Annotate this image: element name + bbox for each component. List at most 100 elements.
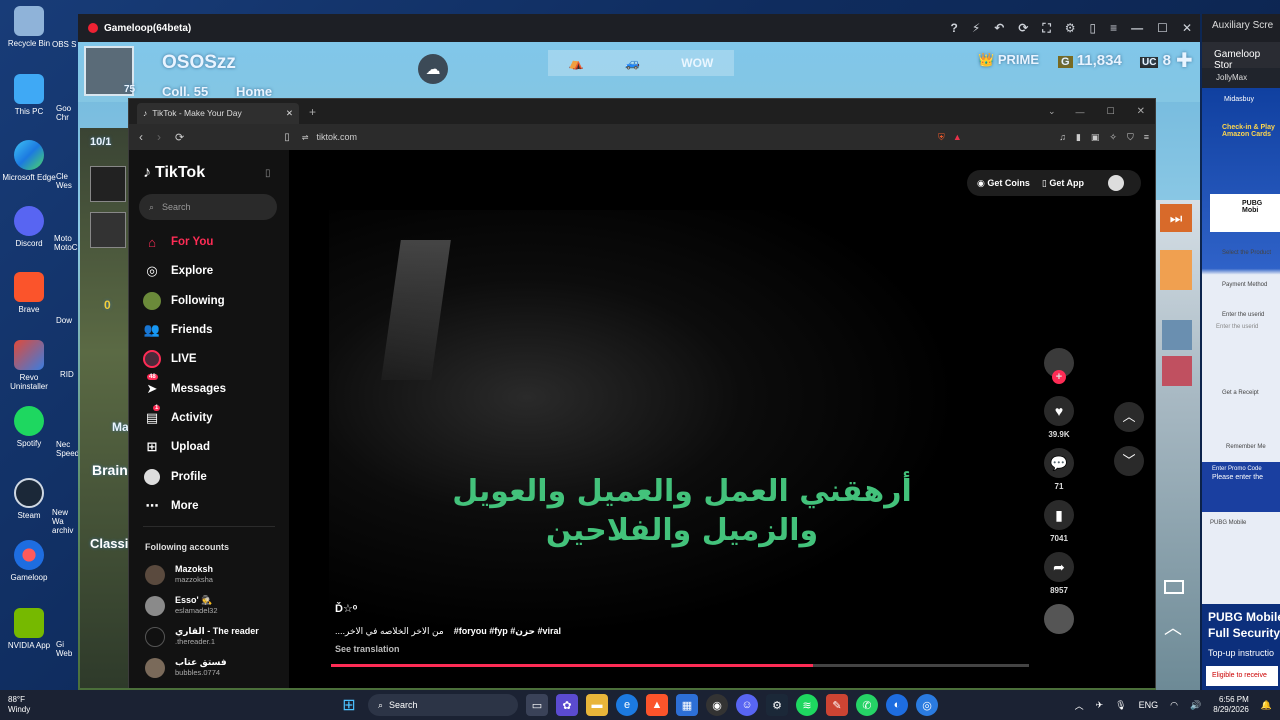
aux-banner-text[interactable]: Check-in & Play Amazon Cards [1222, 124, 1278, 138]
desktop-icon-new-wa[interactable]: New Wa archiv [52, 508, 78, 536]
game-event-thumbnail[interactable] [1162, 320, 1192, 350]
brave-rewards-icon[interactable]: ▲ [953, 132, 962, 142]
desktop-icon-web[interactable]: Gi Web [56, 640, 78, 658]
desktop-icon-discord[interactable]: Discord [0, 206, 58, 248]
follow-plus-icon[interactable]: + [1052, 370, 1066, 384]
tray-overflow-icon[interactable]: ︿ [1075, 699, 1084, 712]
nav-upload[interactable]: ⊞ Upload [143, 436, 210, 458]
edge-icon[interactable]: e [616, 694, 638, 716]
nav-messages[interactable]: ➤ 48 Messages [143, 374, 226, 400]
clock[interactable]: 6:56 PM 8/29/2026 [1213, 695, 1249, 714]
extensions-icon[interactable]: ✧ [1109, 132, 1117, 143]
video-progress-track[interactable] [331, 664, 1029, 667]
aux-promo-input[interactable]: Please enter the [1212, 474, 1263, 481]
bookmark-icon[interactable]: ▯ [284, 132, 290, 143]
spotify-icon[interactable]: ≋ [796, 694, 818, 716]
comment-button[interactable]: 💬 71 [1039, 448, 1079, 491]
vpn-icon[interactable]: ⛉ [1127, 132, 1134, 143]
address-bar[interactable]: ⇌ tiktok.com ⛨ ▲ [302, 128, 962, 146]
desktop-icon-rid[interactable]: RID [60, 370, 78, 379]
video-author[interactable]: Ď☆ᵒ [335, 602, 357, 615]
game-window-icon[interactable] [1164, 580, 1184, 594]
new-tab-icon[interactable]: + [309, 105, 316, 119]
share-button[interactable]: ➦ 8957 [1039, 552, 1079, 595]
weather-widget[interactable]: 88°F Windy [8, 695, 68, 714]
cloud-upload-icon[interactable]: ☁ [418, 54, 448, 84]
video-hashtags[interactable]: #foryou #fyp #حزن #viral [454, 626, 561, 637]
widgets-icon[interactable]: ✿ [556, 694, 578, 716]
boost-icon[interactable]: ⚡ [972, 21, 980, 35]
minimize-icon[interactable]: — [1131, 21, 1143, 35]
nav-activity[interactable]: ▤ 1 Activity [143, 405, 213, 429]
desktop-icon-chrome[interactable]: Goo Chr [56, 104, 78, 122]
nav-explore[interactable]: ◎ Explore [143, 260, 213, 282]
desktop-icon-revo[interactable]: Revo Uninstaller [0, 340, 58, 391]
sidebar-icon[interactable]: ▮ [1076, 132, 1081, 143]
start-button[interactable]: ⊞ [338, 694, 360, 716]
previous-video-button[interactable]: ︿ [1114, 402, 1144, 432]
aux-pubg-card[interactable]: PUBG Mobi [1210, 194, 1280, 232]
game-item-slot[interactable] [90, 166, 126, 202]
desktop-icon-speed[interactable]: Nec Speed [56, 440, 79, 458]
add-currency-icon[interactable]: ✚ [1176, 48, 1193, 73]
game-item-slot[interactable] [90, 212, 126, 248]
g-coin-balance[interactable]: G 11,834 [1058, 52, 1122, 69]
desktop-icon-nvidia[interactable]: NVIDIA App [0, 608, 58, 650]
help-icon[interactable]: ? [950, 21, 957, 35]
wifi-icon[interactable]: ◠ [1170, 700, 1178, 711]
nav-profile[interactable]: Profile [143, 466, 207, 488]
fullscreen-icon[interactable]: ⛶ [1042, 21, 1050, 36]
desktop-icon-clean[interactable]: Cle Wes [56, 172, 78, 190]
desktop-icon-spotify[interactable]: Spotify [0, 406, 58, 448]
profile-avatar-button[interactable] [1108, 175, 1125, 191]
see-translation-link[interactable]: See translation [335, 644, 400, 654]
following-account[interactable]: فستق عتاب bubbles.0774 [145, 655, 285, 681]
task-view-icon[interactable]: ▭ [526, 694, 548, 716]
network-icon[interactable]: ✈ [1096, 700, 1104, 711]
brave-shields-icon[interactable]: ⛨ [938, 132, 945, 143]
game-event-banner-icon[interactable]: ⏭ [1160, 204, 1192, 232]
like-button[interactable]: ♥ 39.9K [1039, 396, 1079, 439]
nav-friends[interactable]: 👥 Friends [143, 319, 213, 341]
browser-minimize-icon[interactable]: — [1076, 107, 1085, 117]
desktop-icon-obs[interactable]: OBS S [52, 40, 78, 49]
game-right-panel[interactable]: ⏭ ︿ [1156, 200, 1200, 690]
tab-close-icon[interactable]: ✕ [286, 108, 293, 119]
music-disc-button[interactable] [1039, 604, 1079, 638]
browser-tab-tiktok[interactable]: ♪ TikTok - Make Your Day ✕ [137, 102, 299, 124]
close-icon[interactable]: ✕ [1182, 21, 1192, 35]
app-icon[interactable]: ◐ [886, 694, 908, 716]
rotate-icon[interactable]: ⟳ [1018, 21, 1028, 35]
desktop-icon-brave[interactable]: Brave [0, 272, 58, 314]
aux-store-tab[interactable]: Gameloop Stor [1202, 42, 1280, 71]
settings-icon[interactable]: ⚙ [1065, 21, 1076, 35]
undo-icon[interactable]: ↶ [994, 21, 1004, 35]
reload-icon[interactable]: ⟳ [175, 131, 184, 144]
browser-menu-icon[interactable]: ≡ [1144, 132, 1149, 142]
mode-tent-icon[interactable]: ⛺ [569, 56, 584, 70]
desktop-icon-edge[interactable]: Microsoft Edge [0, 140, 58, 182]
desktop-icon-moto[interactable]: Moto MotoC [54, 234, 78, 252]
site-info-icon[interactable]: ⇌ [302, 133, 309, 142]
wallet-icon[interactable]: ▣ [1091, 132, 1100, 143]
notification-icon[interactable]: 🔔 [1261, 700, 1272, 711]
browser-window[interactable]: ♪ TikTok - Make Your Day ✕ + ⌄ — ☐ ✕ ‹ ›… [128, 98, 1156, 688]
music-icon[interactable]: ♫ [1059, 132, 1066, 142]
tiktok-logo[interactable]: ♪ TikTok [143, 164, 205, 182]
nav-more[interactable]: ⋯ More [143, 495, 199, 517]
game-event-thumbnail[interactable] [1162, 356, 1192, 386]
browser-maximize-icon[interactable]: ☐ [1107, 106, 1115, 117]
following-account[interactable]: Esso' 🕵 eslamadel32 [145, 593, 285, 619]
desktop-icon-down[interactable]: Dow [56, 316, 78, 325]
search-input[interactable]: ⌕ Search [139, 194, 277, 220]
discord-icon[interactable]: ☺ [736, 694, 758, 716]
gameloop-taskbar-icon[interactable]: ◎ [916, 694, 938, 716]
mode-wow-label[interactable]: WOW [681, 56, 713, 70]
file-explorer-icon[interactable]: ▬ [586, 694, 608, 716]
gameloop-titlebar[interactable]: Gameloop(64beta) ? ⚡ ↶ ⟳ ⛶ ⚙ ▯ ≡ — ☐ ✕ [78, 14, 1200, 42]
video-player[interactable]: أرهقني العمل والعميل والعويل والزميل وال… [329, 210, 1035, 678]
game-left-panel[interactable]: 10/1 0 Ma Brain Classic [80, 128, 136, 688]
nav-following[interactable]: Following [143, 290, 225, 312]
save-button[interactable]: ▮ 7041 [1039, 500, 1079, 543]
language-indicator[interactable]: ENG [1139, 700, 1159, 710]
